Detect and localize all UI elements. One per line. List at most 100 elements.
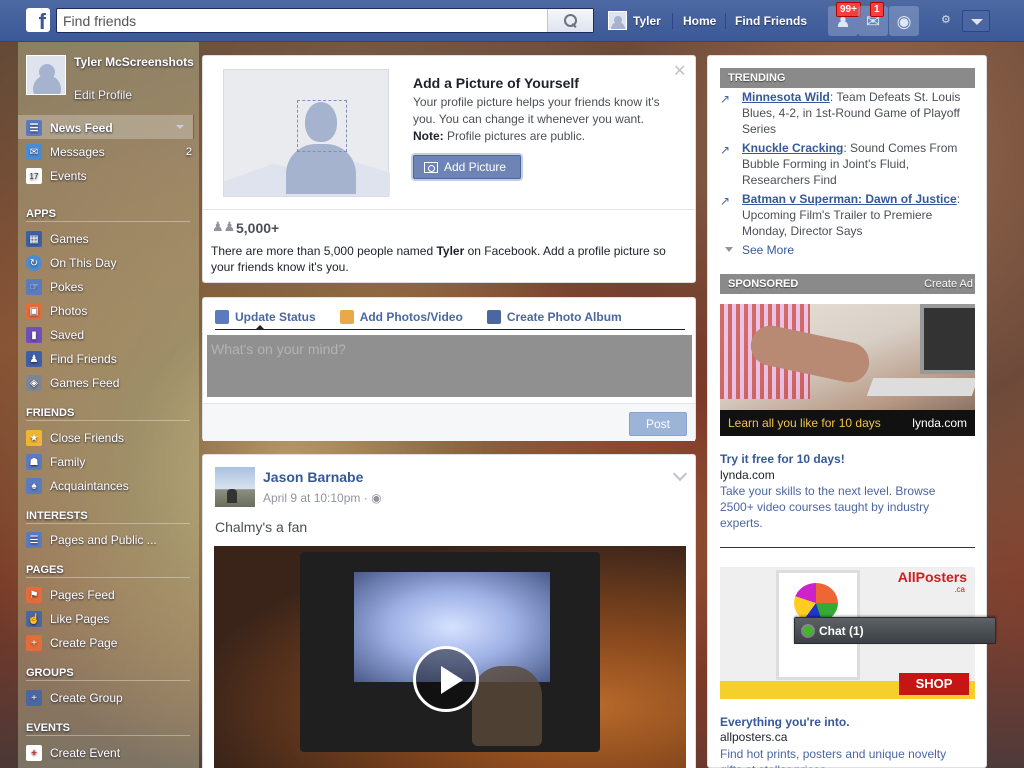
online-status-icon	[803, 625, 813, 636]
sidebar-item-games[interactable]: ▦ Games	[26, 228, 196, 250]
trending-topic: Batman v Superman: Dawn of Justice	[742, 192, 957, 206]
sidebar-item-label: Photos	[50, 304, 88, 318]
notifications-button[interactable]: ◉	[889, 6, 919, 36]
sidebar-item-label: Family	[50, 455, 86, 469]
tab-update-status[interactable]: Update Status	[215, 310, 316, 324]
globe-icon: ◉	[896, 11, 912, 31]
sidebar-item-pages-and-public[interactable]: ☰ Pages and Public ...	[26, 529, 196, 551]
sidebar-item-games-feed[interactable]: ◈ Games Feed	[26, 372, 196, 394]
divider	[720, 547, 975, 548]
divider	[725, 13, 726, 29]
note-label: Note:	[413, 129, 444, 143]
shop-now-button[interactable]: SHOP NOW	[899, 673, 969, 699]
ad-title[interactable]: Everything you're into.	[720, 715, 850, 729]
sidebar-item-news-feed[interactable]: ☰ News Feed	[26, 117, 196, 139]
divider	[672, 13, 673, 29]
ad-image-lynda[interactable]: Learn all you like for 10 days lynda.com	[720, 304, 975, 436]
ad-description: Take your skills to the next level. Brow…	[720, 484, 936, 530]
find-friends-link[interactable]: Find Friends	[735, 14, 807, 28]
sidebar-item-label: Pages and Public ...	[50, 533, 157, 547]
sidebar-item-label: Find Friends	[50, 352, 117, 366]
sidebar-item-acquaintances[interactable]: ♠ Acquaintances	[26, 475, 196, 497]
privacy-shortcuts-icon[interactable]: ⚙	[941, 14, 957, 26]
search-button[interactable]	[547, 9, 593, 32]
ad-title[interactable]: Try it free for 10 days!	[720, 452, 845, 466]
sidebar-item-label: Pokes	[50, 280, 84, 294]
avatar[interactable]	[215, 467, 255, 507]
ad-domain: allposters.ca	[720, 730, 788, 744]
trending-item[interactable]: ↗ Minnesota Wild: Team Defeats St. Louis…	[720, 89, 975, 137]
post-time: April 9 at 10:10pm ·	[263, 491, 372, 505]
sidebar-item-messages[interactable]: ✉ Messages 2	[26, 141, 196, 163]
chevron-down-icon[interactable]	[672, 466, 688, 482]
sidebar-item-events[interactable]: 17 Events	[26, 165, 196, 187]
facebook-logo-icon[interactable]: f	[26, 8, 50, 32]
sidebar-item-label: Pages Feed	[50, 588, 115, 602]
tab-add-photos-video[interactable]: Add Photos/Video	[339, 310, 463, 324]
trending-icon: ↗	[720, 143, 731, 157]
play-icon[interactable]	[413, 646, 479, 712]
sidebar-item-create-group[interactable]: + Create Group	[26, 687, 196, 709]
close-icon[interactable]: ✕	[673, 64, 686, 80]
sidebar-item-create-event[interactable]: + Create Event	[26, 742, 196, 764]
acquaintances-icon: ♠	[26, 478, 42, 494]
messages-button[interactable]: ✉ 1	[858, 2, 888, 36]
profile-picture[interactable]	[26, 55, 66, 95]
chat-tab[interactable]: Chat (1)	[794, 617, 996, 644]
post-timestamp[interactable]: April 9 at 10:10pm · ◉	[263, 491, 382, 505]
account-menu-button[interactable]	[962, 10, 990, 32]
trending-item[interactable]: ↗ Knuckle Cracking: Sound Comes From Bub…	[720, 140, 975, 188]
sidebar-item-saved[interactable]: ▮ Saved	[26, 324, 196, 346]
active-tab-indicator	[255, 325, 265, 330]
thumbs-up-icon: ☝	[26, 611, 42, 627]
home-link[interactable]: Home	[683, 14, 716, 28]
status-input[interactable]	[207, 335, 692, 397]
post-author-link[interactable]: Jason Barnabe	[263, 469, 363, 485]
edit-profile-link[interactable]: Edit Profile	[74, 88, 132, 102]
family-icon: ☗	[26, 454, 42, 470]
section-header-trending: TRENDING	[720, 68, 975, 88]
top-profile-link[interactable]: Tyler	[608, 11, 661, 30]
post-video[interactable]	[214, 546, 686, 768]
sidebar-item-pokes[interactable]: ☞ Pokes	[26, 276, 196, 298]
search-icon	[564, 14, 577, 27]
status-composer: Update Status Add Photos/Video Create Ph…	[202, 297, 696, 441]
sidebar-item-on-this-day[interactable]: ↻ On This Day	[26, 252, 196, 274]
list-icon: ☰	[26, 532, 42, 548]
search-input[interactable]	[57, 9, 547, 32]
tab-create-photo-album[interactable]: Create Photo Album	[486, 310, 622, 324]
add-picture-button[interactable]: Add Picture	[413, 155, 521, 179]
note-text: Profile pictures are public.	[443, 129, 586, 143]
left-sidebar: Tyler McScreenshots Edit Profile ☰ News …	[18, 42, 199, 768]
trending-item[interactable]: ↗ Batman v Superman: Dawn of Justice: Up…	[720, 191, 975, 239]
add-profile-picture-card: Add a Picture of Yourself Your profile p…	[202, 55, 696, 283]
post-text: Chalmy's a fan	[215, 519, 308, 535]
profile-picture-placeholder[interactable]	[223, 69, 390, 197]
allposters-logo: AllPosters	[897, 569, 967, 585]
news-feed-icon: ☰	[26, 120, 42, 136]
chat-label: Chat (1)	[819, 623, 864, 638]
sidebar-item-create-page[interactable]: + Create Page	[26, 632, 196, 654]
sidebar-item-close-friends[interactable]: ★ Close Friends	[26, 427, 196, 449]
post-button[interactable]: Post	[629, 412, 687, 436]
sidebar-item-family[interactable]: ☗ Family	[26, 451, 196, 473]
globe-icon: ◉	[371, 491, 382, 505]
profile-name-link[interactable]: Tyler McScreenshots	[74, 55, 194, 70]
pencil-icon	[215, 310, 229, 324]
poke-icon: ☞	[26, 279, 42, 295]
sidebar-item-find-friends[interactable]: ♟ Find Friends	[26, 348, 196, 370]
sidebar-item-like-pages[interactable]: ☝ Like Pages	[26, 608, 196, 630]
create-ad-link[interactable]: Create Ad	[924, 274, 973, 294]
friend-requests-button[interactable]: ♟ 99+	[828, 2, 861, 36]
sidebar-item-photos[interactable]: ▣ Photos	[26, 300, 196, 322]
tab-label: Add Photos/Video	[359, 310, 463, 324]
see-more-link[interactable]: See More	[720, 243, 794, 257]
sidebar-item-pages-feed[interactable]: ⚑ Pages Feed	[26, 584, 196, 606]
right-column: TRENDING ↗ Minnesota Wild: Team Defeats …	[707, 55, 987, 768]
ad-banner-text: Learn all you like for 10 days	[728, 416, 881, 430]
sidebar-item-label: News Feed	[50, 121, 113, 135]
feed-post: Jason Barnabe April 9 at 10:10pm · ◉ Cha…	[202, 454, 696, 768]
sidebar-item-label: Close Friends	[50, 431, 125, 445]
sidebar-item-label: Saved	[50, 328, 85, 342]
tab-label: Create Photo Album	[506, 310, 622, 324]
